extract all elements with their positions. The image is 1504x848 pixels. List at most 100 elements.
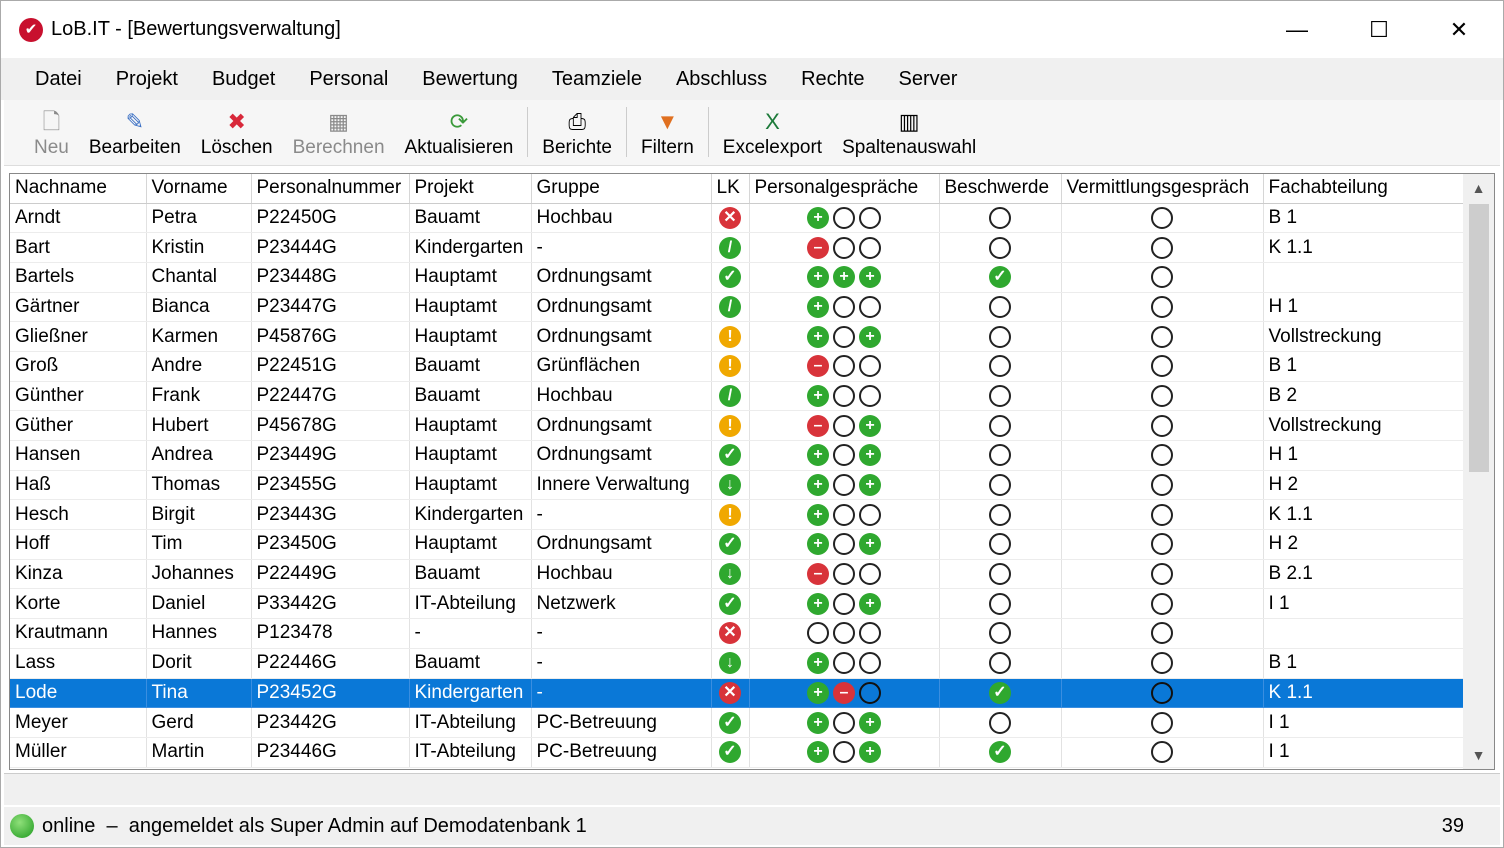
cell-vermittlungsgespräch[interactable] <box>1061 737 1264 768</box>
cell-lk[interactable]: ! <box>711 499 750 531</box>
cell-beschwerde[interactable] <box>939 410 1062 441</box>
menu-datei[interactable]: Datei <box>18 68 99 91</box>
menu-bewertung[interactable]: Bewertung <box>405 68 535 91</box>
table-row[interactable]: Bart Kristin P23444G Kindergarten - / – K 1.1 <box>10 232 1464 263</box>
cell-beschwerde[interactable] <box>939 232 1062 263</box>
cell-vermittlungsgespräch[interactable] <box>1061 351 1264 382</box>
cell-fachabteilung[interactable]: I 1 <box>1263 588 1464 620</box>
cell-fachabteilung[interactable]: K 1.1 <box>1263 232 1464 263</box>
cell-nachname[interactable]: Kinza <box>10 559 147 590</box>
cell-gruppe[interactable]: Hochbau <box>531 203 712 234</box>
cell-vermittlungsgespräch[interactable] <box>1061 678 1264 709</box>
vertical-scrollbar[interactable]: ▲ ▼ <box>1463 174 1494 769</box>
cell-projekt[interactable]: IT-Abteilung <box>409 737 532 768</box>
cell-lk[interactable]: ↓ <box>711 559 750 590</box>
cell-vorname[interactable]: Johannes <box>146 559 252 590</box>
cell-gruppe[interactable]: Ordnungsamt <box>531 410 712 441</box>
cell-personalnummer[interactable]: P23449G <box>251 440 410 471</box>
cell-fachabteilung[interactable] <box>1263 618 1464 649</box>
table-row[interactable]: Kinza Johannes P22449G Bauamt Hochbau ↓ – B 2.1 <box>10 559 1464 590</box>
cell-personalgespräche[interactable]: + + <box>749 321 940 352</box>
cell-personalgespräche[interactable]: + + <box>749 440 940 471</box>
cell-lk[interactable]: ✓ <box>711 529 750 560</box>
cell-gruppe[interactable]: - <box>531 618 712 649</box>
cell-vorname[interactable]: Karmen <box>146 321 252 352</box>
cell-vorname[interactable]: Andre <box>146 351 252 382</box>
cell-gruppe[interactable]: - <box>531 678 712 709</box>
cell-vorname[interactable]: Petra <box>146 203 252 234</box>
cell-beschwerde[interactable] <box>939 292 1062 323</box>
cell-lk[interactable]: ↓ <box>711 648 750 679</box>
cell-beschwerde[interactable] <box>939 618 1062 649</box>
cell-personalnummer[interactable]: P22447G <box>251 381 410 412</box>
toolbar-neu-button[interactable]: 🗋 Neu <box>24 107 79 159</box>
column-header[interactable]: Beschwerde <box>939 174 1062 204</box>
cell-projekt[interactable]: Kindergarten <box>409 232 532 263</box>
cell-personalnummer[interactable]: P33442G <box>251 588 410 620</box>
cell-nachname[interactable]: Groß <box>10 351 147 382</box>
column-header[interactable]: LK <box>711 174 750 204</box>
cell-fachabteilung[interactable]: I 1 <box>1263 737 1464 768</box>
cell-beschwerde[interactable] <box>939 648 1062 679</box>
cell-nachname[interactable]: Gließner <box>10 321 147 352</box>
cell-personalnummer[interactable]: P23442G <box>251 707 410 738</box>
cell-nachname[interactable]: Müller <box>10 737 147 768</box>
toolbar-aktualisieren-button[interactable]: ⟳ Aktualisieren <box>395 107 524 159</box>
cell-gruppe[interactable]: Hochbau <box>531 559 712 590</box>
cell-fachabteilung[interactable]: B 1 <box>1263 351 1464 382</box>
cell-nachname[interactable]: Güther <box>10 410 147 441</box>
toolbar-löschen-button[interactable]: ✖ Löschen <box>191 107 283 159</box>
cell-personalgespräche[interactable]: + – <box>749 678 940 709</box>
cell-gruppe[interactable]: PC-Betreuung <box>531 707 712 738</box>
maximize-button[interactable]: ☐ <box>1339 1 1419 58</box>
table-row[interactable]: Gärtner Bianca P23447G Hauptamt Ordnungsamt /… <box>10 292 1464 323</box>
cell-projekt[interactable]: IT-Abteilung <box>409 588 532 620</box>
cell-nachname[interactable]: Günther <box>10 381 147 412</box>
cell-vermittlungsgespräch[interactable] <box>1061 529 1264 560</box>
cell-vermittlungsgespräch[interactable] <box>1061 588 1264 620</box>
menu-rechte[interactable]: Rechte <box>784 68 881 91</box>
cell-nachname[interactable]: Bart <box>10 232 147 263</box>
cell-personalnummer[interactable]: P23450G <box>251 529 410 560</box>
table-row[interactable]: Haß Thomas P23455G Hauptamt Innere Verwaltun… <box>10 470 1464 501</box>
cell-projekt[interactable]: Hauptamt <box>409 529 532 560</box>
cell-gruppe[interactable]: Hochbau <box>531 381 712 412</box>
cell-vermittlungsgespräch[interactable] <box>1061 499 1264 531</box>
cell-projekt[interactable]: Hauptamt <box>409 321 532 352</box>
cell-fachabteilung[interactable]: B 2.1 <box>1263 559 1464 590</box>
cell-personalgespräche[interactable]: + + <box>749 707 940 738</box>
cell-vorname[interactable]: Chantal <box>146 262 252 293</box>
cell-vermittlungsgespräch[interactable] <box>1061 262 1264 293</box>
cell-personalgespräche[interactable]: + <box>749 292 940 323</box>
cell-personalgespräche[interactable]: + <box>749 499 940 531</box>
scroll-down-icon[interactable]: ▼ <box>1463 747 1494 763</box>
table-row[interactable]: Bartels Chantal P23448G Hauptamt Ordnungsamt… <box>10 262 1464 293</box>
cell-nachname[interactable]: Gärtner <box>10 292 147 323</box>
cell-nachname[interactable]: Krautmann <box>10 618 147 649</box>
cell-nachname[interactable]: Hoff <box>10 529 147 560</box>
cell-personalnummer[interactable]: P23444G <box>251 232 410 263</box>
cell-lk[interactable]: ✕ <box>711 678 750 709</box>
cell-gruppe[interactable]: - <box>531 648 712 679</box>
cell-personalgespräche[interactable]: + <box>749 381 940 412</box>
table-row[interactable]: Meyer Gerd P23442G IT-Abteilung PC-Betreuung… <box>10 707 1464 738</box>
cell-fachabteilung[interactable]: H 2 <box>1263 529 1464 560</box>
cell-vorname[interactable]: Dorit <box>146 648 252 679</box>
column-header[interactable]: Nachname <box>10 174 147 204</box>
cell-vorname[interactable]: Thomas <box>146 470 252 501</box>
cell-vorname[interactable]: Tina <box>146 678 252 709</box>
cell-projekt[interactable]: Bauamt <box>409 351 532 382</box>
toolbar-spaltenauswahl-button[interactable]: ▥ Spaltenauswahl <box>832 107 986 159</box>
toolbar-excelexport-button[interactable]: X Excelexport <box>713 107 832 159</box>
cell-vermittlungsgespräch[interactable] <box>1061 618 1264 649</box>
cell-fachabteilung[interactable] <box>1263 262 1464 293</box>
cell-lk[interactable]: ! <box>711 351 750 382</box>
cell-nachname[interactable]: Hansen <box>10 440 147 471</box>
cell-nachname[interactable]: Hesch <box>10 499 147 531</box>
cell-projekt[interactable]: Bauamt <box>409 559 532 590</box>
cell-nachname[interactable]: Lass <box>10 648 147 679</box>
column-header[interactable]: Fachabteilung <box>1263 174 1464 204</box>
cell-vorname[interactable]: Gerd <box>146 707 252 738</box>
cell-beschwerde[interactable] <box>939 559 1062 590</box>
table-row[interactable]: Güther Hubert P45678G Hauptamt Ordnungsamt! –… <box>10 410 1464 441</box>
